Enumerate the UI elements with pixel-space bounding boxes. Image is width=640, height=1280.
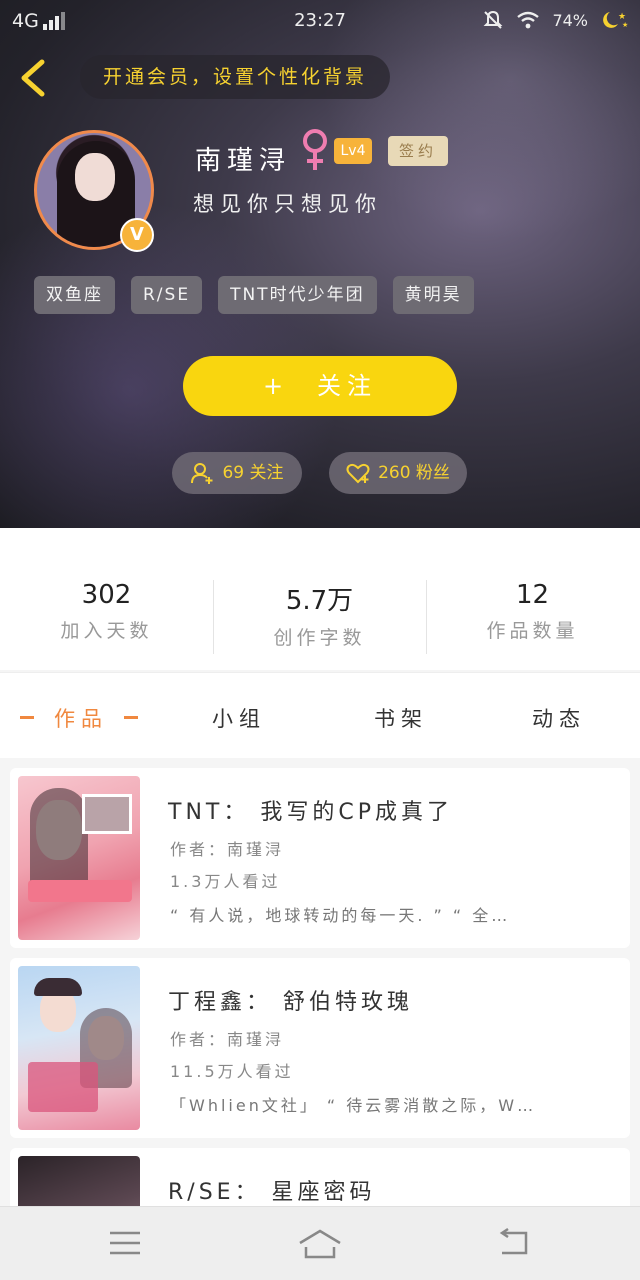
vip-background-banner[interactable]: 开通会员，设置个性化背景 (80, 55, 390, 99)
stat-label: 创作字数 (273, 627, 366, 649)
fans-count: 260 粉丝 (378, 463, 450, 483)
work-description: 「Whlien文社」 “ 待云雾消散之际，W… (170, 1096, 537, 1115)
menu-button[interactable] (106, 1225, 146, 1261)
back-arrow-icon (499, 1227, 528, 1255)
work-title: TNT： 我写的CP成真了 (168, 800, 453, 825)
heart-plus-icon (346, 463, 370, 484)
fans-count-button[interactable]: 260 粉丝 (329, 452, 467, 494)
user-tags: 双鱼座 R/SE TNT时代少年团 黄明昊 (34, 276, 474, 314)
tab-activity[interactable]: 动态 (532, 703, 586, 733)
wifi-icon (517, 11, 540, 29)
menu-icon (110, 1231, 140, 1255)
work-author: 作者：南瑾浔 (170, 840, 285, 859)
stat-word-count: 5.7万 创作字数 (213, 580, 426, 650)
battery-level: 74% (552, 10, 588, 30)
moon-stars-icon: ★ ★ (603, 12, 628, 29)
active-tab-indicator (124, 716, 138, 719)
work-cover (18, 776, 140, 940)
work-cover (18, 966, 140, 1130)
status-right: 74% ★ ★ (482, 9, 630, 31)
work-card[interactable]: 丁程鑫： 舒伯特玫瑰 作者：南瑾浔 11.5万人看过 「Whlien文社」 “ … (10, 958, 630, 1138)
stat-value: 302 (81, 580, 132, 610)
work-description: “ 有人说，地球转动的每一天. ” “ 全… (170, 906, 511, 925)
work-card[interactable]: R/SE： 星座密码 (10, 1148, 630, 1208)
tag-item[interactable]: 双鱼座 (34, 276, 115, 314)
work-author: 作者：南瑾浔 (170, 1030, 285, 1049)
tag-item[interactable]: TNT时代少年团 (218, 276, 377, 314)
female-icon (303, 129, 327, 170)
work-card[interactable]: TNT： 我写的CP成真了 作者：南瑾浔 1.3万人看过 “ 有人说，地球转动的… (10, 768, 630, 948)
stat-value: 12 (515, 580, 550, 610)
user-add-icon (191, 463, 213, 484)
active-tab-indicator (20, 716, 34, 719)
vip-badge: V (120, 218, 154, 252)
home-icon (299, 1229, 341, 1259)
system-nav-bar (0, 1206, 640, 1280)
signed-badge: 签约 (388, 136, 448, 166)
work-title: R/SE： 星座密码 (168, 1180, 376, 1205)
profile-header: 4G 23:27 74% ★ ★ 开通会员，设置个性化背景 V 南瑾浔 Lv4 … (0, 0, 640, 528)
tab-works[interactable]: 作品 (54, 703, 108, 733)
status-bar: 4G 23:27 74% ★ ★ (0, 0, 640, 42)
work-cover (18, 1156, 140, 1208)
tag-item[interactable]: 黄明昊 (392, 276, 474, 314)
back-nav-button[interactable] (494, 1225, 534, 1261)
work-title: 丁程鑫： 舒伯特玫瑰 (168, 990, 413, 1015)
profile-content: 302 加入天数 5.7万 创作字数 12 作品数量 作品 小组 书架 动态 T… (0, 528, 640, 1208)
tab-bookshelf[interactable]: 书架 (374, 703, 428, 733)
user-motto: 想见你只想见你 (193, 192, 382, 216)
back-button[interactable] (14, 56, 54, 100)
stat-join-days: 302 加入天数 (0, 580, 213, 643)
following-count: 69 关注 (222, 463, 284, 483)
work-views: 11.5万人看过 (170, 1062, 294, 1081)
stats-panel: 302 加入天数 5.7万 创作字数 12 作品数量 (0, 528, 640, 670)
stat-works-count: 12 作品数量 (426, 580, 639, 643)
stat-label: 作品数量 (486, 620, 579, 642)
svg-text:★: ★ (622, 21, 628, 29)
follow-button[interactable]: + 关注 (183, 356, 457, 416)
follow-label: 关注 (317, 372, 378, 400)
profile-tabs: 作品 小组 书架 动态 (0, 672, 640, 758)
mute-bell-icon (484, 10, 503, 29)
home-button[interactable] (296, 1225, 344, 1261)
stat-value: 5.7万 (285, 586, 354, 616)
work-views: 1.3万人看过 (170, 872, 281, 891)
user-name: 南瑾浔 (195, 146, 292, 176)
level-badge: Lv4 (334, 138, 372, 164)
tag-item[interactable]: R/SE (131, 276, 203, 314)
following-count-button[interactable]: 69 关注 (172, 452, 302, 494)
plus-icon: + (262, 372, 290, 400)
chevron-left-icon (21, 59, 45, 97)
tab-groups[interactable]: 小组 (212, 703, 266, 733)
stat-label: 加入天数 (60, 620, 153, 642)
